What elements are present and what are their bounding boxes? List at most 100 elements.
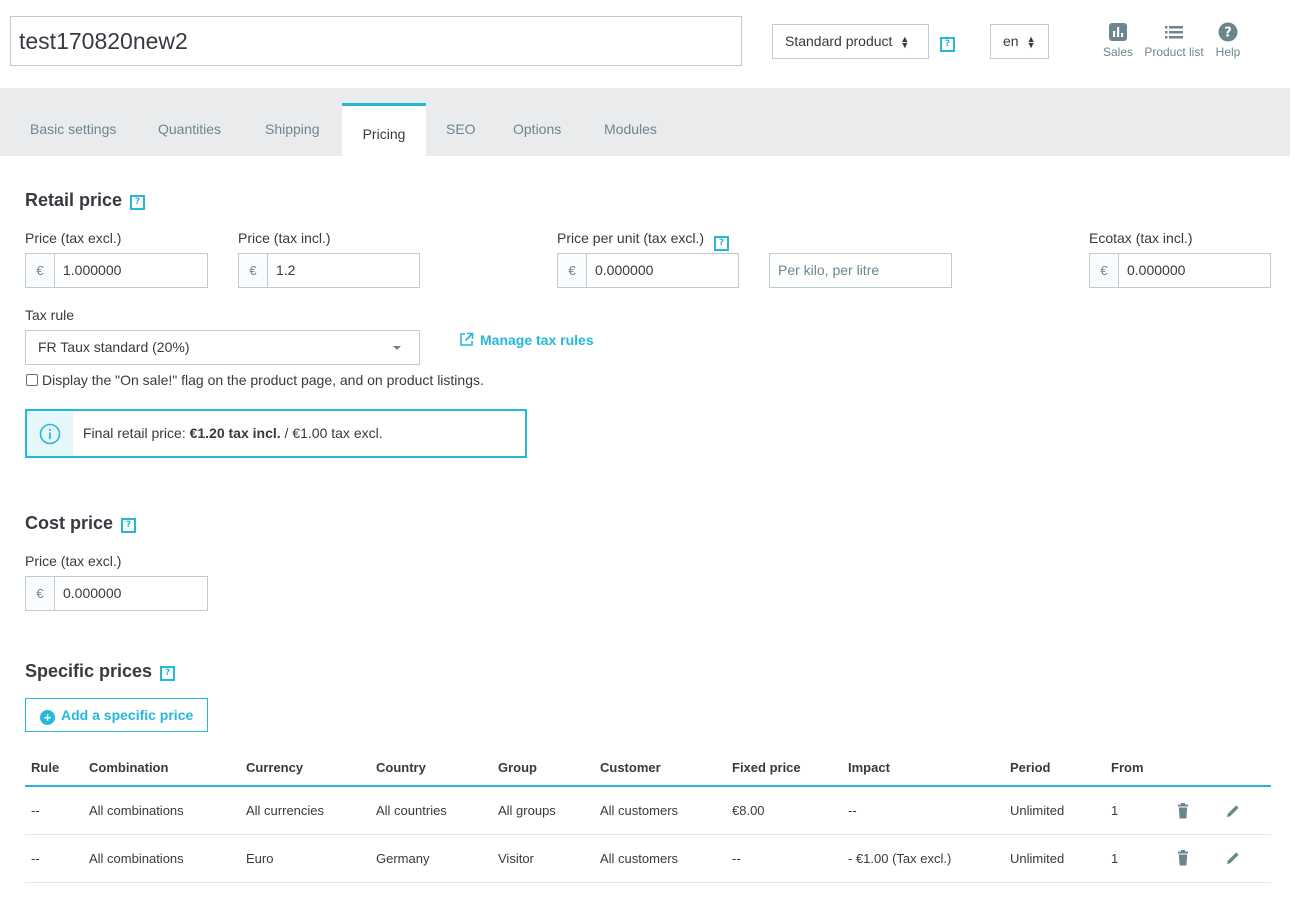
cell-rule: -- (25, 786, 83, 835)
cost-price-input[interactable]: € 0.000000 (25, 576, 208, 611)
price-incl-value: 1.2 (276, 262, 296, 278)
table-row: -- All combinations Euro Germany Visitor… (25, 834, 1271, 883)
unit-placeholder: Per kilo, per litre (778, 262, 880, 278)
cell-from: 1 (1105, 834, 1169, 883)
svg-text:?: ? (1224, 26, 1232, 41)
product-list-button[interactable]: Product list (1140, 22, 1208, 59)
col-group: Group (492, 750, 594, 787)
add-specific-price-label: Add a specific price (61, 707, 194, 723)
currency-addon: € (1090, 254, 1119, 287)
price-excl-label: Price (tax excl.) (25, 230, 122, 246)
product-header: test170820new2 Standard product ▲ ▼ ? en ▲ ▼… (0, 0, 1290, 88)
final-price-info: Final retail price: €1.20 tax incl. / €1… (25, 409, 527, 458)
final-price-excl: / €1.00 tax excl. (280, 425, 383, 441)
cost-price-title: Cost price (25, 513, 114, 533)
tab-modules[interactable]: Modules (604, 88, 657, 156)
product-type-select[interactable]: Standard product ▲ ▼ (772, 24, 929, 59)
price-excl-value: 1.000000 (63, 262, 122, 278)
table-header-row: Rule Combination Currency Country Group … (25, 750, 1271, 787)
col-currency: Currency (240, 750, 370, 787)
language-select[interactable]: en ▲ ▼ (990, 24, 1049, 59)
pencil-icon[interactable] (1225, 850, 1241, 866)
torn-edge-right (1291, 0, 1310, 918)
tab-bar: Basic settings Quantities Shipping Prici… (0, 88, 1290, 156)
cell-country: Germany (370, 834, 492, 883)
cell-customer: All customers (594, 786, 726, 835)
tab-basic-settings[interactable]: Basic settings (30, 88, 116, 156)
product-type-help-icon[interactable]: ? (940, 37, 955, 52)
language-value: en (1003, 33, 1019, 49)
cost-price-label: Price (tax excl.) (25, 553, 122, 569)
tab-shipping[interactable]: Shipping (265, 88, 320, 156)
trash-icon[interactable] (1175, 802, 1191, 819)
cell-customer: All customers (594, 834, 726, 883)
sales-label: Sales (1102, 45, 1134, 59)
info-icon (39, 423, 61, 444)
price-excl-input[interactable]: € 1.000000 (25, 253, 208, 288)
cell-combination: All combinations (83, 834, 240, 883)
cost-help-icon[interactable]: ? (121, 518, 137, 533)
trash-icon[interactable] (1175, 850, 1191, 866)
unit-price-label-text: Price per unit (tax excl.) (557, 230, 705, 246)
plus-circle-icon: + (40, 710, 55, 725)
ecotax-label: Ecotax (tax incl.) (1089, 230, 1193, 246)
cell-edit (1219, 834, 1271, 883)
specific-prices-table: Rule Combination Currency Country Group … (25, 750, 1271, 883)
col-combination: Combination (83, 750, 240, 787)
retail-help-icon[interactable]: ? (130, 195, 146, 210)
col-country: Country (370, 750, 492, 787)
price-incl-label: Price (tax incl.) (238, 230, 331, 246)
add-specific-price-button[interactable]: + Add a specific price (25, 698, 209, 732)
product-type-value: Standard product (785, 33, 893, 49)
col-edit (1219, 750, 1271, 787)
cell-from: 1 (1105, 786, 1169, 835)
retail-price-title: Retail price (25, 190, 123, 210)
help-button[interactable]: ? Help (1212, 22, 1244, 59)
tax-rule-label: Tax rule (25, 307, 75, 323)
currency-addon: € (26, 254, 55, 287)
unit-price-label: Price per unit (tax excl.) ? (557, 230, 729, 251)
manage-tax-rules-link[interactable]: Manage tax rules (459, 332, 594, 348)
col-delete (1169, 750, 1219, 787)
unit-input[interactable]: Per kilo, per litre (769, 253, 952, 288)
tab-options[interactable]: Options (513, 88, 561, 156)
price-incl-input[interactable]: € 1.2 (238, 253, 420, 288)
checkbox-box[interactable] (26, 374, 38, 386)
ecotax-value: 0.000000 (1127, 262, 1186, 278)
final-price-text: Final retail price: €1.20 tax incl. / €1… (73, 411, 383, 456)
tab-quantities[interactable]: Quantities (158, 88, 221, 156)
unit-price-help-icon[interactable]: ? (713, 236, 729, 251)
cell-country: All countries (370, 786, 492, 835)
unit-price-input[interactable]: € 0.000000 (557, 253, 739, 288)
specific-help-icon[interactable]: ? (160, 666, 176, 681)
tab-seo[interactable]: SEO (446, 88, 476, 156)
tax-rule-value: FR Taux standard (20%) (38, 339, 190, 355)
product-name-input[interactable]: test170820new2 (10, 16, 742, 66)
product-list-label: Product list (1144, 45, 1204, 59)
manage-tax-rules-text: Manage tax rules (480, 332, 594, 348)
list-icon (1165, 26, 1183, 39)
specific-prices-heading: Specific prices? (25, 661, 176, 682)
col-period: Period (1004, 750, 1105, 787)
cell-delete (1169, 786, 1219, 835)
select-arrows-icon: ▲ ▼ (1026, 34, 1036, 51)
col-fixed-price: Fixed price (726, 750, 842, 787)
ecotax-input[interactable]: € 0.000000 (1089, 253, 1271, 288)
unit-price-value: 0.000000 (595, 262, 654, 278)
caret-down-icon (393, 346, 401, 350)
cell-delete (1169, 834, 1219, 883)
cell-rule: -- (25, 834, 83, 883)
sales-button[interactable]: Sales (1100, 22, 1136, 59)
tab-pricing[interactable]: Pricing (342, 103, 426, 156)
help-label: Help (1215, 45, 1241, 59)
tax-rule-select[interactable]: FR Taux standard (20%) (25, 330, 420, 365)
cell-fixed-price: €8.00 (726, 786, 842, 835)
info-side (27, 411, 73, 456)
on-sale-checkbox[interactable]: Display the "On sale!" flag on the produ… (26, 372, 484, 388)
cell-currency: Euro (240, 834, 370, 883)
cell-currency: All currencies (240, 786, 370, 835)
currency-addon: € (26, 577, 55, 610)
pencil-icon[interactable] (1225, 803, 1241, 819)
pricing-panel: Retail price? Price (tax excl.) € 1.0000… (10, 156, 1286, 918)
cell-period: Unlimited (1004, 834, 1105, 883)
